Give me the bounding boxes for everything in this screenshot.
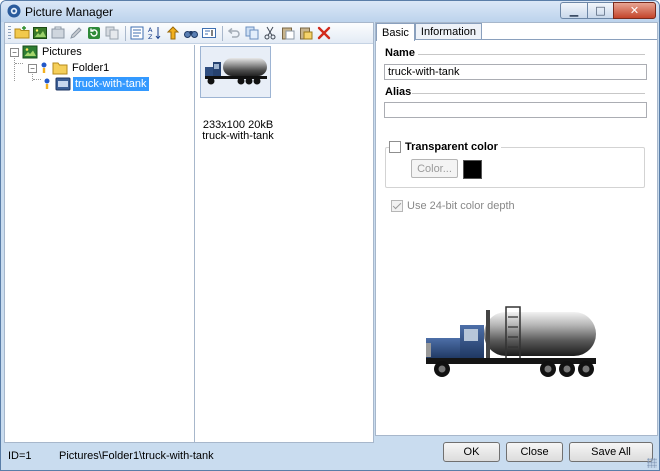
toolbar-grip[interactable] xyxy=(8,25,11,41)
close-button[interactable]: Close xyxy=(506,442,563,462)
left-panel: AZ − Pictures − Folder1 truck-with-tank … xyxy=(4,22,374,443)
title-bar[interactable]: Picture Manager ▁ □ ✕ xyxy=(1,1,659,22)
tree-item-truck-with-tank[interactable]: truck-with-tank xyxy=(43,76,149,92)
name-field[interactable] xyxy=(384,64,647,80)
color-button[interactable]: Color... xyxy=(411,159,458,178)
name-divider xyxy=(418,54,645,55)
color-depth-checkbox[interactable] xyxy=(391,200,403,212)
copy2-icon[interactable] xyxy=(244,25,260,41)
thumbnail-item[interactable] xyxy=(200,46,271,98)
app-icon xyxy=(7,4,21,18)
folder-icon xyxy=(52,62,68,75)
tab-information[interactable]: Information xyxy=(414,23,482,40)
resize-grip[interactable] xyxy=(647,458,657,468)
thumbnail-name: truck-with-tank xyxy=(202,130,274,142)
alias-divider xyxy=(412,93,645,94)
move-up-icon[interactable] xyxy=(165,25,181,41)
collapse-toggle[interactable]: − xyxy=(10,47,19,57)
truck-thumbnail-image xyxy=(205,58,267,85)
maximize-button[interactable]: □ xyxy=(587,2,613,19)
tree-item-pictures[interactable]: − Pictures xyxy=(10,44,84,60)
picture-manager-window: Picture Manager ▁ □ ✕ AZ − Pictures − Fo… xyxy=(0,0,660,471)
undo-icon[interactable] xyxy=(226,25,242,41)
picture-file-icon xyxy=(55,77,71,91)
rename-icon[interactable] xyxy=(201,25,217,41)
picture-preview-image xyxy=(426,306,596,377)
caption-buttons: ▁ □ ✕ xyxy=(560,2,656,20)
sort-icon[interactable]: AZ xyxy=(147,25,163,41)
transparent-color-legend: Transparent color xyxy=(389,141,501,153)
new-folder-icon[interactable] xyxy=(14,25,30,41)
tab-basic[interactable]: Basic xyxy=(376,23,415,41)
tree-guide xyxy=(33,79,41,80)
collapse-toggle[interactable]: − xyxy=(28,63,37,73)
toolbar-separator xyxy=(222,25,223,41)
edit-icon[interactable] xyxy=(68,25,84,41)
window-title: Picture Manager xyxy=(25,5,114,19)
paste-into-icon[interactable] xyxy=(298,25,314,41)
color-swatch[interactable] xyxy=(463,160,482,179)
cut-icon[interactable] xyxy=(262,25,278,41)
thumbnail-caption: 233x100 20kB truck-with-tank xyxy=(198,120,278,142)
info-marker-icon xyxy=(41,62,47,73)
name-label: Name xyxy=(385,47,415,59)
alias-label: Alias xyxy=(385,86,412,98)
thumbnail-view[interactable]: 233x100 20kB truck-with-tank xyxy=(196,45,373,443)
tree-guide xyxy=(15,63,23,64)
save-all-button[interactable]: Save All xyxy=(569,442,653,462)
toolbar-separator xyxy=(125,25,126,41)
transparent-color-checkbox[interactable] xyxy=(389,141,401,153)
tree-label-pictures: Pictures xyxy=(42,46,82,58)
status-path: Pictures\Folder1\truck-with-tank xyxy=(59,449,214,462)
add-picture-icon[interactable] xyxy=(32,25,48,41)
folder-tree[interactable]: − Pictures − Folder1 truck-with-tank xyxy=(5,45,195,443)
minimize-button[interactable]: ▁ xyxy=(560,2,587,19)
import-icon[interactable] xyxy=(50,25,66,41)
info-marker-icon xyxy=(44,78,50,89)
refresh-icon[interactable] xyxy=(86,25,102,41)
close-window-button[interactable]: ✕ xyxy=(613,2,656,19)
delete-icon[interactable] xyxy=(316,25,332,41)
status-bar: ID=1 Pictures\Folder1\truck-with-tank xyxy=(4,444,374,467)
ok-button[interactable]: OK xyxy=(443,442,500,462)
find-icon[interactable] xyxy=(183,25,199,41)
properties-icon[interactable] xyxy=(129,25,145,41)
alias-field[interactable] xyxy=(384,102,647,118)
tree-label-truck-with-tank: truck-with-tank xyxy=(73,77,149,91)
color-depth-option: Use 24-bit color depth xyxy=(391,200,515,212)
svg-text:Z: Z xyxy=(148,33,153,41)
paste-icon[interactable] xyxy=(280,25,296,41)
color-depth-label: Use 24-bit color depth xyxy=(407,200,515,212)
tree-label-folder1: Folder1 xyxy=(72,62,110,74)
status-id: ID=1 xyxy=(8,449,32,462)
copy-icon[interactable] xyxy=(104,25,120,41)
toolbar: AZ xyxy=(5,23,373,44)
properties-panel: Basic Information Name Alias Transparent… xyxy=(375,22,658,436)
transparent-color-label: Transparent color xyxy=(405,141,498,153)
tab-strip: Basic Information xyxy=(376,23,482,41)
pictures-folder-icon xyxy=(22,45,38,59)
tree-item-folder1[interactable]: − Folder1 xyxy=(28,60,111,76)
basic-tab-content: Name Alias Transparent color Color... Us… xyxy=(376,39,657,435)
